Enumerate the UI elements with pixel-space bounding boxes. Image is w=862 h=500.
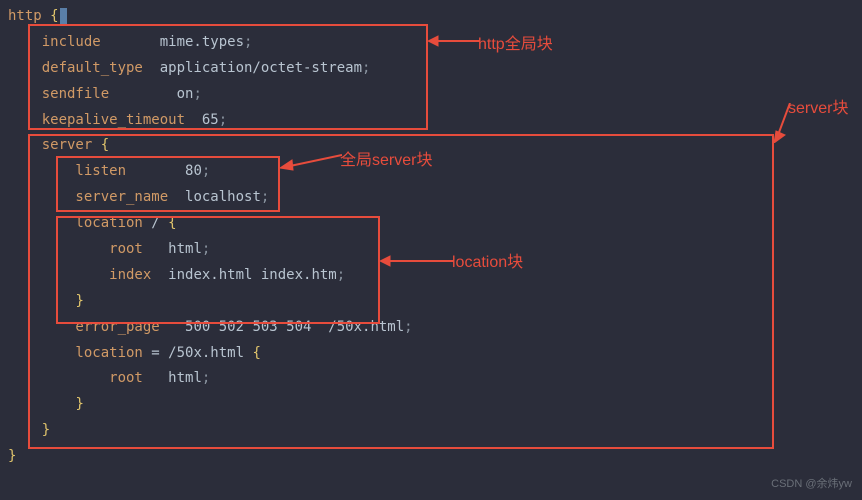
arrow-location-block [380,255,454,267]
server-block-label: server块 [788,94,848,124]
arrow-http-global [428,35,480,47]
watermark: CSDN @余炜yw [771,474,852,494]
nginx-config-code: http { include mime.types; default_type … [8,4,862,470]
global-server-label: 全局server块 [340,146,432,176]
arrow-server-block [774,103,794,143]
http-global-label: http全局块 [478,30,553,60]
text-cursor [60,8,67,24]
arrow-global-server [280,152,342,172]
location-block-label: location块 [452,248,523,278]
